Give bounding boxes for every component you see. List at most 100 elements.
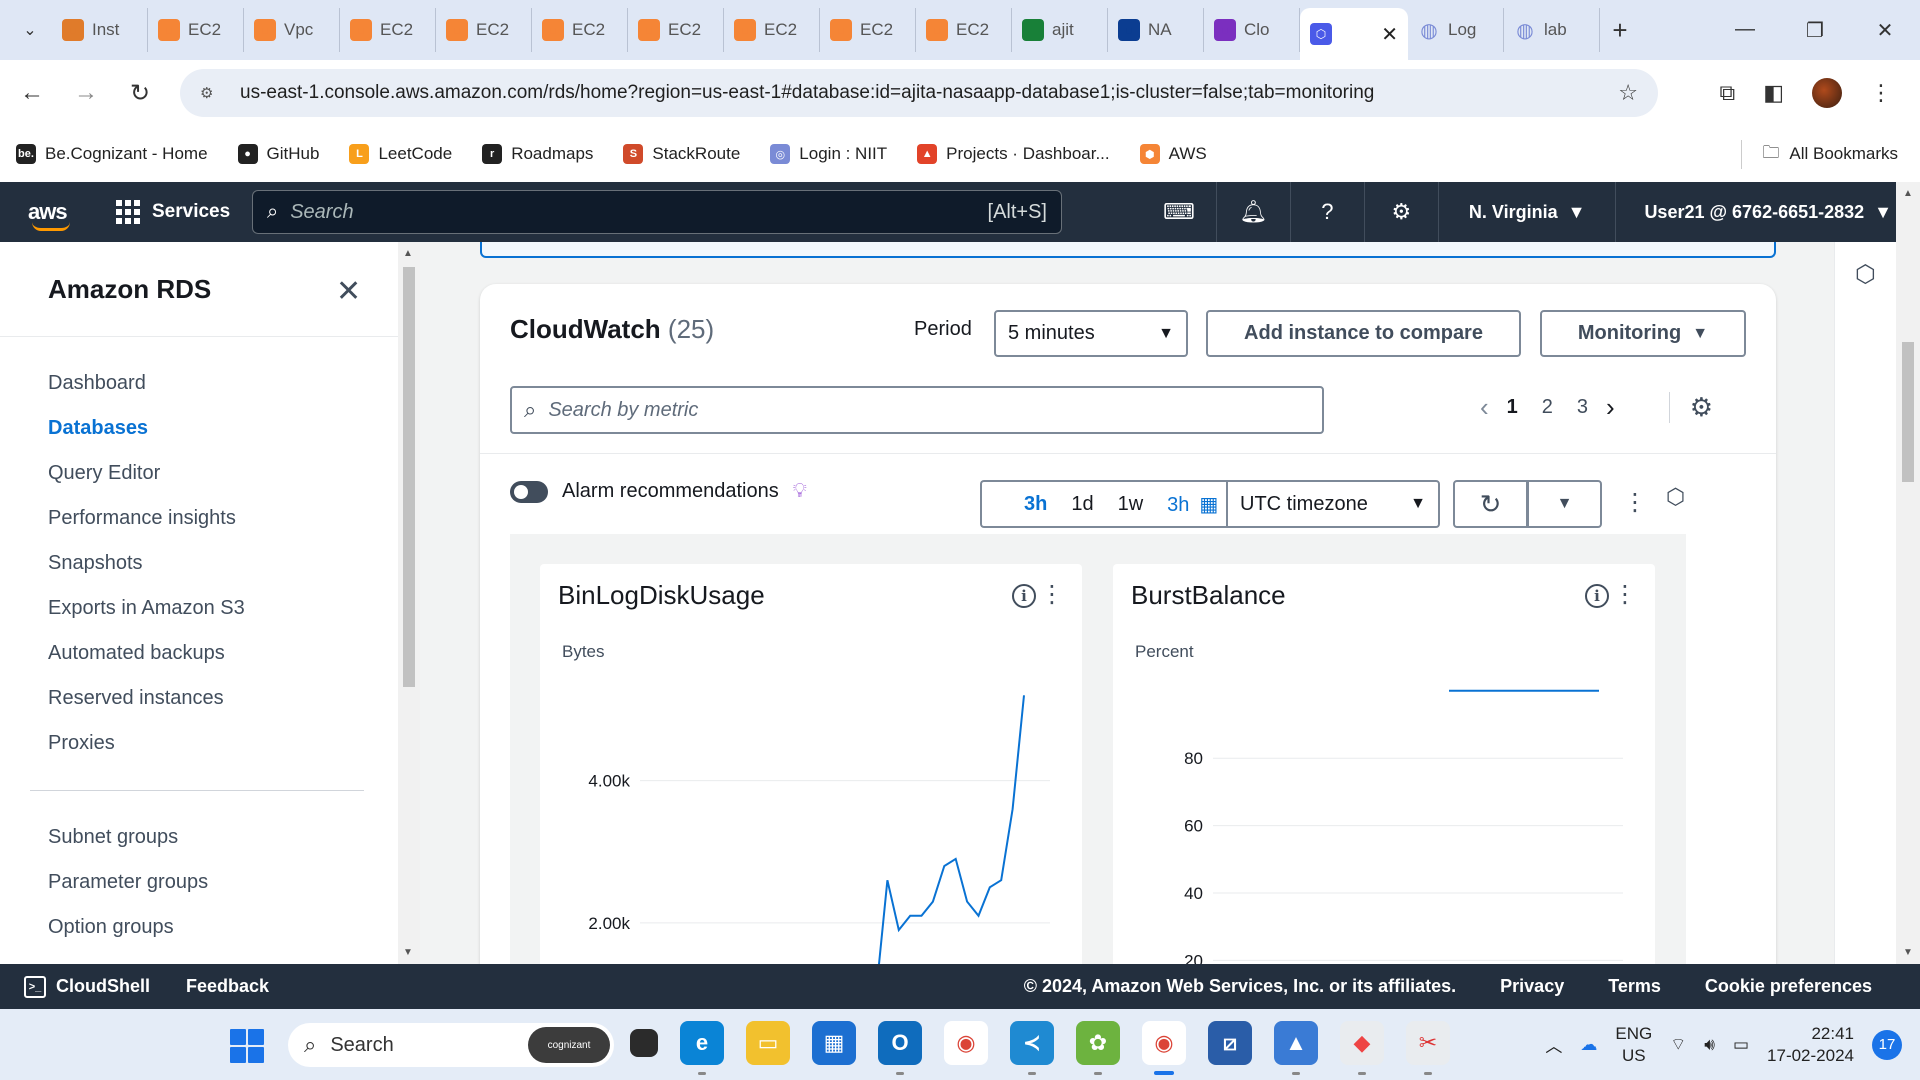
period-select[interactable]: 5 minutes ▼ <box>994 310 1188 357</box>
account-menu[interactable]: User21 @ 6762-6651-2832 ▼ <box>1615 182 1920 242</box>
sidebar-item[interactable]: Exports in Amazon S3 <box>0 586 398 631</box>
bookmark-item[interactable]: ⬢ AWS <box>1139 144 1207 164</box>
bookmark-item[interactable]: ◎ Login : NIIT <box>770 144 887 164</box>
terms-link[interactable]: Terms <box>1608 976 1661 997</box>
browser-menu-icon[interactable]: ⋮ <box>1870 80 1892 106</box>
outlook-icon[interactable]: O <box>878 1021 922 1075</box>
sidebar-item[interactable]: Snapshots <box>0 541 398 586</box>
hexagon-panel-icon[interactable]: ⬡ <box>1855 260 1876 289</box>
git-icon[interactable]: ◆ <box>1340 1021 1384 1075</box>
extensions-icon[interactable]: ⧉ <box>1719 80 1735 106</box>
browser-tab[interactable]: ■ Inst <box>52 8 148 52</box>
scroll-up-icon[interactable]: ▲ <box>403 248 413 259</box>
browser-tab[interactable]: ◍ lab <box>1504 8 1600 52</box>
taskbar-search[interactable]: ⌕ Search cognizant <box>288 1023 614 1067</box>
aws-search-input[interactable]: ⌕ Search [Alt+S] <box>252 190 1062 234</box>
sidebar-item[interactable]: Option groups <box>0 905 398 950</box>
hexagon-settings-icon[interactable]: ⬡ <box>1666 484 1685 510</box>
browser-tab[interactable]: ■ Clo <box>1204 8 1300 52</box>
sidebar-item[interactable]: Automated backups <box>0 631 398 676</box>
cloudshell-button[interactable]: >_ CloudShell <box>24 975 150 998</box>
bookmark-star-icon[interactable]: ☆ <box>1618 80 1638 106</box>
volume-icon[interactable]: 🔊︎ <box>1704 1035 1715 1055</box>
browser-tab[interactable]: ■ NA <box>1108 8 1204 52</box>
preferences-gear-icon[interactable]: ⚙ <box>1668 392 1713 423</box>
browser-tab[interactable]: ■ EC2 <box>820 8 916 52</box>
notifications-bell-icon[interactable]: 🔔︎ <box>1215 182 1290 242</box>
timezone-select[interactable]: UTC timezone ▼ <box>1226 480 1440 528</box>
browser-tab[interactable]: ■ EC2 <box>340 8 436 52</box>
time-range-option[interactable]: 1d <box>1059 493 1105 516</box>
task-view-icon[interactable] <box>630 1029 658 1057</box>
clock[interactable]: 22:41 17-02-2024 <box>1767 1023 1854 1067</box>
sidebar-scrollbar[interactable]: ▲ ▼ <box>398 242 420 964</box>
sidebar-item[interactable]: Subnet groups <box>0 815 398 860</box>
sidebar-item[interactable]: Dashboard <box>0 361 398 406</box>
battery-icon[interactable]: ▭ <box>1733 1035 1749 1055</box>
remote-desktop-icon[interactable]: ⧄ <box>1208 1021 1252 1065</box>
store-icon[interactable]: ▦ <box>812 1021 856 1065</box>
browser-tab[interactable]: ◍ Log <box>1408 8 1504 52</box>
vscode-icon[interactable]: ≺ <box>1010 1021 1054 1075</box>
add-instance-button[interactable]: Add instance to compare <box>1206 310 1521 357</box>
spring-tools-icon[interactable]: ✿ <box>1076 1021 1120 1075</box>
bookmark-item[interactable]: ▲ Projects · Dashboar... <box>917 144 1110 164</box>
browser-tab[interactable]: ■ EC2 <box>724 8 820 52</box>
file-explorer-icon[interactable]: ▭ <box>746 1021 790 1065</box>
sidebar-item[interactable]: Query Editor <box>0 451 398 496</box>
region-selector[interactable]: N. Virginia ▼ <box>1437 182 1616 242</box>
profile-avatar[interactable] <box>1812 78 1842 108</box>
page-number[interactable]: 1 <box>1507 396 1518 419</box>
tab-search-chevron-icon[interactable]: ⌄ <box>8 8 52 52</box>
sidebar-item[interactable]: Performance insights <box>0 496 398 541</box>
sidebar-item[interactable]: Parameter groups <box>0 860 398 905</box>
browser-tab[interactable]: ■ EC2 <box>436 8 532 52</box>
scroll-down-icon[interactable]: ▼ <box>1903 947 1913 958</box>
browser-tab[interactable]: ■ ajit <box>1012 8 1108 52</box>
alarm-toggle[interactable] <box>510 480 548 503</box>
help-icon[interactable]: ? <box>1289 182 1364 242</box>
chevron-up-icon[interactable]: ︿ <box>1545 1032 1562 1057</box>
url-bar[interactable]: ⚙ us-east-1.console.aws.amazon.com/rds/h… <box>180 69 1658 117</box>
browser-tab[interactable]: ■ EC2 <box>532 8 628 52</box>
close-icon[interactable]: ✕ <box>336 274 361 309</box>
side-panel-icon[interactable]: ◧ <box>1763 80 1784 106</box>
sidebar-item[interactable]: Databases <box>0 406 398 451</box>
chrome-icon[interactable]: ◉ <box>944 1021 988 1065</box>
browser-tab[interactable]: ■ Vpc <box>244 8 340 52</box>
close-window-icon[interactable]: ✕ <box>1850 18 1920 43</box>
photos-icon[interactable]: ▲ <box>1274 1021 1318 1075</box>
privacy-link[interactable]: Privacy <box>1500 976 1564 997</box>
feedback-link[interactable]: Feedback <box>186 976 269 997</box>
sidebar-item[interactable]: Proxies <box>0 721 398 766</box>
bookmark-item[interactable]: r Roadmaps <box>482 144 593 164</box>
scrollbar-thumb[interactable] <box>403 267 415 687</box>
page-scrollbar[interactable]: ▲ ▼ <box>1896 182 1920 964</box>
chart-menu-icon[interactable]: ⋮ <box>1040 580 1064 609</box>
sidebar-item[interactable]: Reserved instances <box>0 676 398 721</box>
prev-page-icon[interactable]: ‹ <box>1480 392 1489 423</box>
time-range-option[interactable]: 3h <box>982 493 1059 516</box>
refresh-options-button[interactable]: ▼ <box>1527 480 1602 528</box>
settings-gear-icon[interactable]: ⚙ <box>1363 182 1438 242</box>
refresh-button[interactable]: ↻ <box>1453 480 1528 528</box>
scrollbar-thumb[interactable] <box>1902 342 1914 482</box>
language-indicator[interactable]: ENG US <box>1615 1023 1652 1067</box>
wifi-icon[interactable]: ⌔ <box>1670 1034 1686 1055</box>
services-menu[interactable]: Services <box>116 200 230 224</box>
browser-tab[interactable]: ■ EC2 <box>916 8 1012 52</box>
bookmark-item[interactable]: be. Be.Cognizant - Home <box>16 144 208 164</box>
cloudshell-icon[interactable]: ⌨ <box>1142 182 1216 242</box>
time-range-option[interactable]: 1w <box>1106 493 1156 516</box>
bookmark-item[interactable]: S StackRoute <box>623 144 740 164</box>
maximize-icon[interactable]: ❐ <box>1780 18 1850 43</box>
next-page-icon[interactable]: › <box>1606 392 1615 423</box>
reload-icon[interactable]: ↻ <box>118 79 162 108</box>
series-line[interactable] <box>876 695 1025 964</box>
custom-range-option[interactable]: 3h ▦ <box>1155 492 1230 517</box>
minimize-icon[interactable]: — <box>1710 18 1780 43</box>
scroll-down-icon[interactable]: ▼ <box>403 947 413 958</box>
info-icon[interactable]: i <box>1012 584 1036 608</box>
bookmark-item[interactable]: ● GitHub <box>237 144 319 164</box>
browser-tab[interactable]: ■ EC2 <box>628 8 724 52</box>
